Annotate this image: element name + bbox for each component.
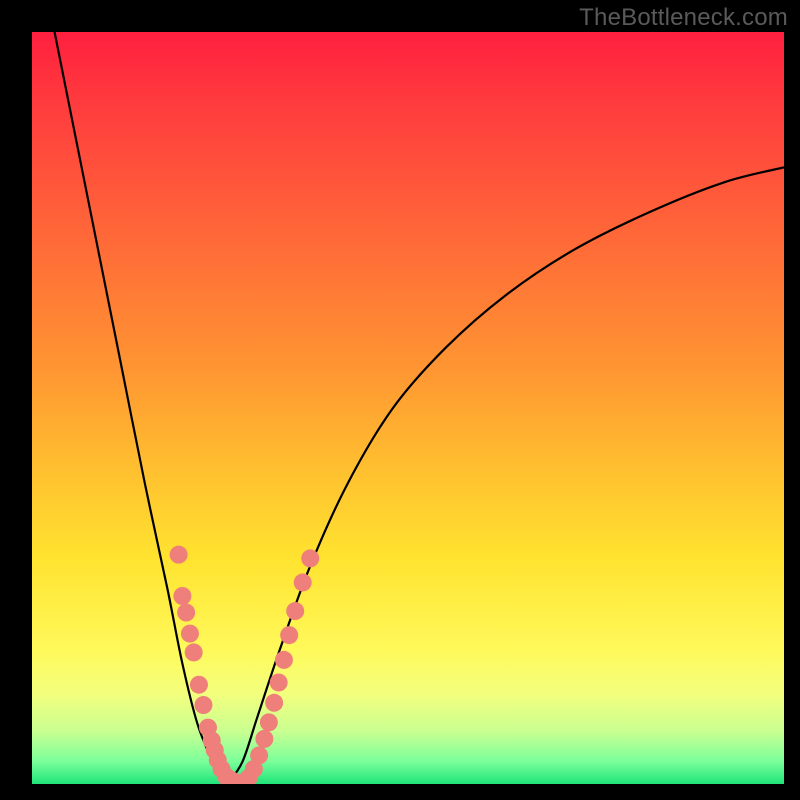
salmon-dot-cluster xyxy=(170,546,320,784)
salmon-dot xyxy=(245,760,263,778)
left-branch-curve xyxy=(55,32,228,784)
salmon-dot xyxy=(181,625,199,643)
salmon-dot xyxy=(217,767,235,784)
salmon-dot xyxy=(250,746,268,764)
chart-frame: TheBottleneck.com xyxy=(0,0,800,800)
salmon-dot xyxy=(275,651,293,669)
salmon-dot xyxy=(209,751,227,769)
salmon-dot xyxy=(170,546,188,564)
salmon-dot xyxy=(286,602,304,620)
right-branch-curve xyxy=(228,167,784,784)
salmon-dot xyxy=(206,741,224,759)
salmon-dot xyxy=(270,673,288,691)
salmon-dot xyxy=(280,626,298,644)
salmon-dot xyxy=(294,573,312,591)
salmon-dot xyxy=(265,694,283,712)
salmon-dot xyxy=(177,604,195,622)
salmon-dot xyxy=(173,587,191,605)
salmon-dot xyxy=(222,771,240,784)
salmon-dot xyxy=(213,760,231,778)
salmon-dot xyxy=(203,731,221,749)
salmon-dot xyxy=(240,769,258,784)
salmon-dot xyxy=(301,549,319,567)
curve-layer xyxy=(32,32,784,784)
salmon-dot xyxy=(185,643,203,661)
salmon-dot xyxy=(228,773,246,784)
salmon-dot xyxy=(234,773,252,784)
watermark-text: TheBottleneck.com xyxy=(579,4,788,32)
salmon-dot xyxy=(255,730,273,748)
salmon-dot xyxy=(194,696,212,714)
salmon-dot xyxy=(260,713,278,731)
plot-area xyxy=(32,32,784,784)
salmon-dot xyxy=(190,676,208,694)
salmon-dot xyxy=(199,719,217,737)
